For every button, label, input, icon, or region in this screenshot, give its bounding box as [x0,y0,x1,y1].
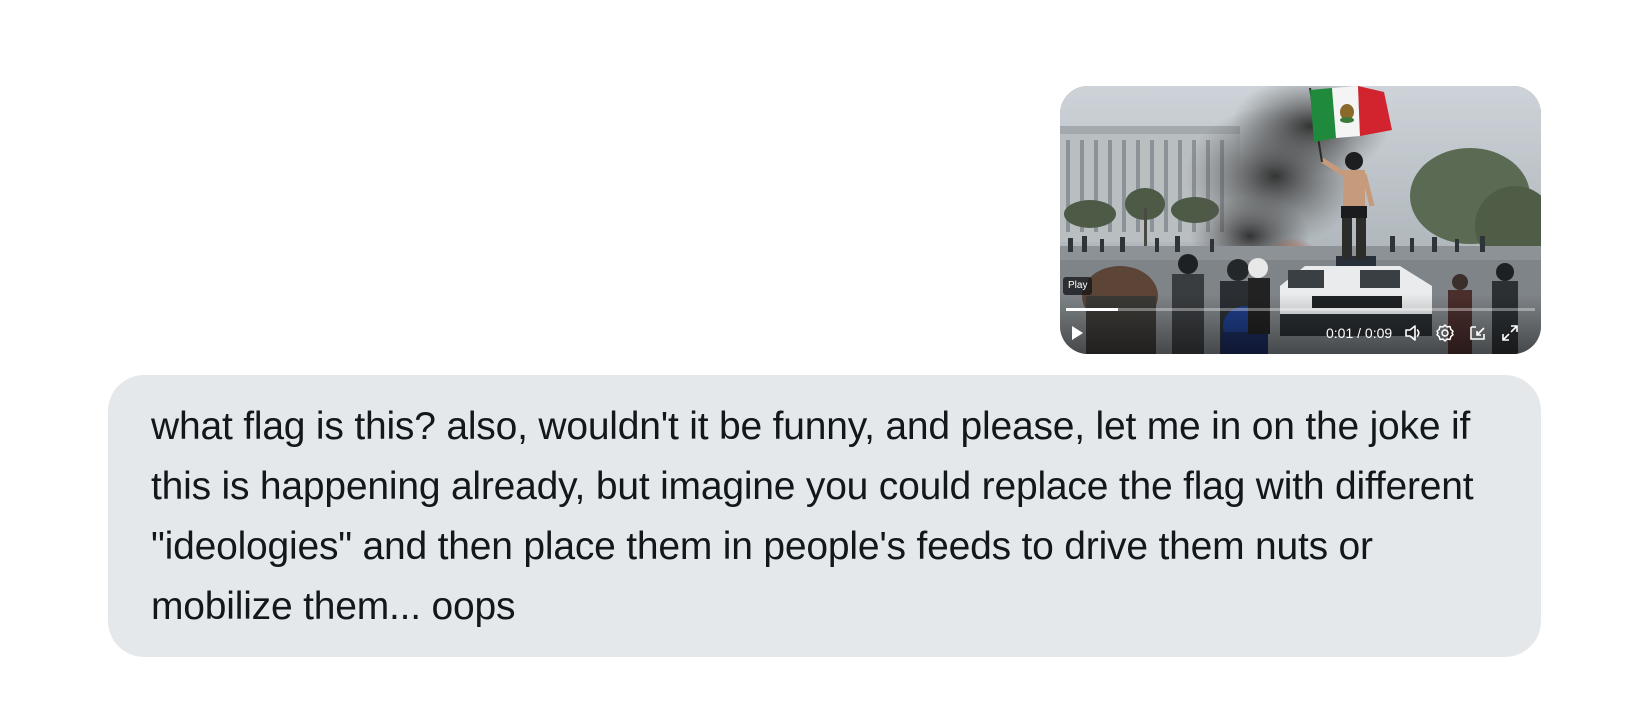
play-tooltip: Play [1063,277,1093,295]
fullscreen-icon [1502,325,1518,341]
settings-gear-icon [1436,324,1454,342]
picture-in-picture-icon [1470,326,1485,340]
user-message-bubble: what flag is this? also, wouldn't it be … [108,375,1541,657]
progress-fill [1066,308,1118,311]
settings-button[interactable] [1434,322,1456,344]
progress-bar[interactable] [1066,308,1535,311]
play-icon [1072,326,1083,340]
current-time: 0:01 [1326,325,1354,341]
picture-in-picture-button[interactable] [1467,322,1489,344]
time-display: 0:01 / 0:09 [1326,322,1392,344]
video-player[interactable]: Play 0:01 / 0:09 [1060,86,1541,354]
volume-button[interactable] [1402,322,1424,344]
time-separator: / [1353,325,1365,341]
play-button[interactable] [1066,322,1088,344]
message-text: what flag is this? also, wouldn't it be … [151,405,1474,628]
total-time: 0:09 [1364,325,1393,341]
volume-icon [1405,325,1420,341]
fullscreen-button[interactable] [1499,322,1521,344]
